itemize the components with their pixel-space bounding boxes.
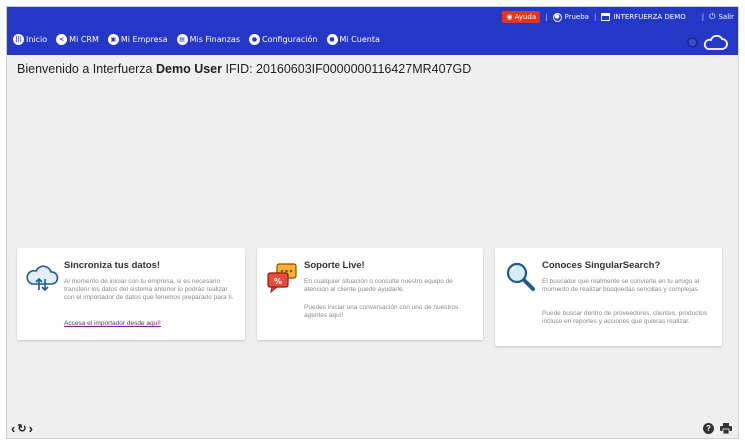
card-text: En cualquier situación o consulta nuestr…: [304, 278, 453, 294]
card-text-secondary: Puede buscar dentro de proveedores, clie…: [542, 310, 708, 326]
gear-icon: ●: [248, 34, 260, 45]
user-circle-icon: ●: [552, 12, 562, 22]
app-frame: ◉ Ayuda | ● Prueba | INTERFUERZA DEMO | …: [6, 6, 739, 439]
share-icon: <: [56, 34, 68, 45]
help-icon[interactable]: ?: [703, 423, 714, 434]
welcome-user: Demo User: [156, 62, 222, 76]
nav-item-mi-crm[interactable]: < Mi CRM: [56, 34, 99, 45]
utility-bar: ◉ Ayuda | ● Prueba | INTERFUERZA DEMO | …: [502, 10, 734, 24]
nav-item-mi-cuenta[interactable]: ● Mi Cuenta: [326, 34, 380, 45]
sync-data-card: Sincroniza tus datos! Al momento de inic…: [17, 248, 245, 340]
svg-text:%: %: [274, 277, 282, 286]
separator: |: [593, 13, 597, 21]
lifebuoy-icon: ◉: [506, 13, 513, 21]
bottom-bar: ‹ ↻ › ?: [7, 420, 738, 438]
live-support-card: % Soporte Live! En cualquier situación o…: [257, 248, 483, 340]
printer-icon[interactable]: [720, 423, 732, 434]
welcome-ifid: IFID: 20160603IF0000000116427MR407GD: [225, 62, 472, 76]
card-text-secondary: Puedes iniciar una conversación con uno …: [304, 304, 459, 320]
wallet-icon: ▤: [176, 34, 188, 45]
nav-item-configuracion[interactable]: ● Configuración: [248, 34, 318, 45]
cloud-sync-icon[interactable]: [702, 35, 728, 51]
welcome-message: Bienvenido a Interfuerza Demo User IFID:…: [17, 62, 472, 76]
settings-gear-icon[interactable]: [687, 37, 698, 48]
nav-item-inicio[interactable]: ||| Inicio: [13, 34, 47, 45]
refresh-icon[interactable]: ↻: [17, 422, 26, 435]
nav-item-mis-finanzas[interactable]: ▤ Mis Finanzas: [176, 34, 240, 45]
card-title: Soporte Live!: [304, 260, 365, 271]
history-nav: ‹ ↻ ›: [11, 421, 33, 436]
logout-button[interactable]: ⏻ Salir: [709, 12, 734, 22]
nav-item-mi-empresa[interactable]: ▣ Mi Empresa: [107, 34, 168, 45]
power-icon: ⏻: [709, 12, 716, 21]
back-icon[interactable]: ‹: [11, 421, 15, 436]
store-icon: ▣: [107, 34, 119, 45]
company-menu[interactable]: INTERFUERZA DEMO: [601, 13, 686, 21]
importer-link[interactable]: Accesa el importador desde aquí!: [64, 320, 161, 327]
bars-icon: |||: [13, 34, 24, 45]
card-text: Al momento de iniciar con tu empresa, si…: [64, 278, 234, 302]
user-icon: ●: [326, 34, 338, 45]
forward-icon[interactable]: ›: [29, 421, 33, 436]
bottom-actions: ?: [703, 423, 732, 434]
card-text: El buscador que realmente se convierte e…: [542, 278, 700, 294]
chat-support-icon: %: [267, 263, 297, 294]
user-menu[interactable]: ● Prueba: [552, 12, 589, 22]
separator: |: [545, 13, 548, 21]
separator: |: [701, 13, 705, 21]
top-bar: ◉ Ayuda | ● Prueba | INTERFUERZA DEMO | …: [7, 7, 738, 55]
cloud-upload-icon: [26, 265, 59, 292]
magnifier-icon: [506, 262, 535, 291]
card-title: Sincroniza tus datos!: [64, 260, 161, 271]
help-button[interactable]: ◉ Ayuda: [502, 11, 541, 23]
store-icon: [601, 13, 611, 21]
singularsearch-card: Conoces SingularSearch? El buscador que …: [495, 248, 722, 346]
card-title: Conoces SingularSearch?: [542, 260, 661, 271]
main-nav: ||| Inicio < Mi CRM ▣ Mi Empresa ▤ Mis F…: [13, 34, 380, 45]
